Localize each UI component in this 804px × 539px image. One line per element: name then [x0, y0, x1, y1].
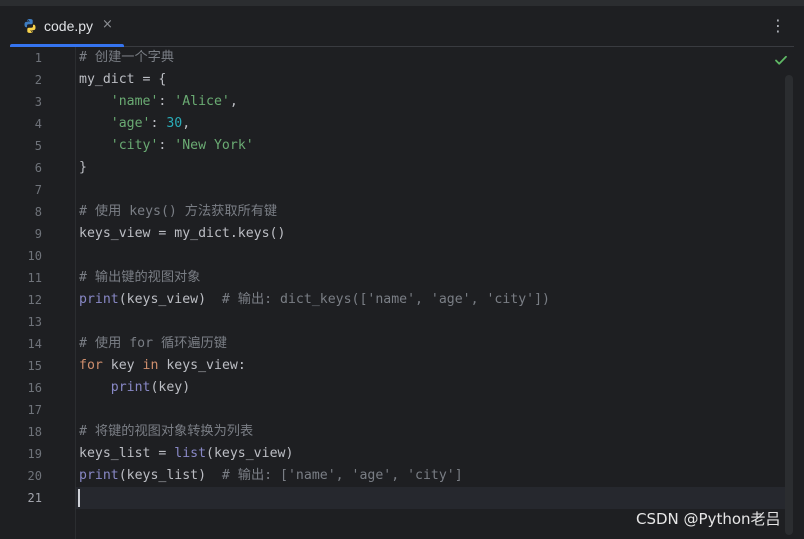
line-number: 7 — [34, 183, 42, 197]
code-line: 'age': 30, — [79, 113, 190, 135]
check-icon[interactable] — [774, 53, 788, 67]
line-number: 11 — [27, 271, 42, 285]
code-token-plain: key — [102, 358, 143, 373]
code-token-plain: (keys_view) — [118, 292, 222, 307]
line-number: 21 — [27, 491, 42, 505]
code-token-builtin: print — [79, 468, 119, 483]
line-number: 6 — [34, 161, 42, 175]
line-number: 5 — [34, 139, 42, 153]
code-token-string: 'New York' — [174, 138, 254, 153]
code-token-builtin: list — [174, 446, 207, 461]
code-line: } — [79, 157, 87, 179]
code-token-plain: : — [150, 116, 167, 131]
code-token-plain: , — [229, 94, 238, 109]
code-line: print(keys_list) # 输出: ['name', 'age', '… — [79, 465, 463, 487]
line-number: 13 — [27, 315, 42, 329]
code-line: keys_view = my_dict.keys() — [79, 223, 285, 245]
code-token-plain: keys_list = — [79, 446, 175, 461]
code-line: 'name': 'Alice', — [79, 91, 238, 113]
code-editor[interactable]: 1 2 3 4 5 6 7 8 9 10 11 12 13 14 15 16 17 18 19 20 21 # 创建一个… — [10, 47, 794, 539]
line-number: 3 — [34, 95, 42, 109]
code-token-string: 'city' — [110, 138, 159, 153]
code-line: # 将键的视图对象转换为列表 — [79, 421, 253, 443]
code-token-comment: # 将键的视图对象转换为列表 — [79, 424, 254, 439]
vertical-scrollbar[interactable] — [785, 75, 793, 535]
code-line: my_dict = { — [79, 69, 166, 91]
code-token-comment: # 输出键的视图对象 — [79, 270, 201, 285]
line-number: 18 — [27, 425, 42, 439]
code-token-string: 'age' — [110, 116, 151, 131]
line-number: 14 — [27, 337, 42, 351]
code-token-plain: : — [158, 94, 175, 109]
code-token-comment: # 创建一个字典 — [79, 50, 175, 65]
python-file-icon — [24, 19, 36, 33]
code-line: # 使用 keys() 方法获取所有键 — [79, 201, 277, 223]
code-token-builtin: print — [110, 380, 151, 395]
code-line: for key in keys_view: — [79, 355, 246, 377]
line-number: 4 — [34, 117, 42, 131]
line-number-gutter: 1 2 3 4 5 6 7 8 9 10 11 12 13 14 15 16 17 18 19 20 21 — [10, 47, 76, 539]
code-token-string: 'Alice' — [174, 94, 230, 109]
line-number: 10 — [27, 249, 42, 263]
line-number: 8 — [34, 205, 42, 219]
tab-label: code.py — [44, 18, 94, 34]
editor-tab-bar: code.py × ⋮ — [10, 6, 794, 47]
code-area[interactable]: # 创建一个字典 my_dict = { 'name': 'Alice', 'ag… — [77, 47, 785, 539]
line-number: 9 — [34, 227, 42, 241]
code-token-comment: # 输出: ['name', 'age', 'city'] — [221, 468, 463, 483]
code-line: keys_list = list(keys_view) — [79, 443, 293, 465]
code-token-plain: keys_view = my_dict.keys() — [79, 226, 286, 241]
line-number: 17 — [27, 403, 42, 417]
code-token-number: 30 — [166, 116, 183, 131]
code-token-plain: (keys_list) — [118, 468, 222, 483]
code-token-comment: # 使用 keys() 方法获取所有键 — [79, 204, 278, 219]
code-line: print(key) — [79, 377, 190, 399]
more-vertical-icon[interactable]: ⋮ — [770, 16, 786, 36]
code-token-string: 'name' — [110, 94, 159, 109]
code-token-comment: # 使用 for 循环遍历键 — [79, 336, 227, 351]
line-number: 20 — [27, 469, 42, 483]
code-token-plain: (key) — [150, 380, 191, 395]
close-icon[interactable]: × — [102, 16, 113, 34]
line-number: 16 — [27, 381, 42, 395]
watermark: CSDN @Python老吕 — [636, 510, 781, 528]
code-token-plain: : — [158, 138, 175, 153]
code-token-plain: } — [79, 160, 87, 175]
code-token-plain: my_dict = { — [79, 72, 167, 87]
code-token-comment: # 输出: dict_keys(['name', 'age', 'city']) — [221, 292, 550, 307]
code-token-plain: , — [182, 116, 191, 131]
line-number: 12 — [27, 293, 42, 307]
code-token-keyword: for — [79, 358, 103, 373]
ide-window: code.py × ⋮ 1 2 3 4 5 6 7 8 9 10 11 12 13 14 15 16 17 18 1… — [0, 0, 804, 539]
line-number: 19 — [27, 447, 42, 461]
text-caret — [78, 489, 80, 507]
code-line: # 输出键的视图对象 — [79, 267, 200, 289]
code-token-plain: (keys_view) — [206, 446, 294, 461]
line-number: 1 — [34, 51, 42, 65]
code-line: # 使用 for 循环遍历键 — [79, 333, 227, 355]
code-line: print(keys_view) # 输出: dict_keys(['name'… — [79, 289, 550, 311]
tab-code-py[interactable]: code.py × — [10, 6, 124, 47]
code-line: # 创建一个字典 — [79, 47, 174, 69]
line-number: 2 — [34, 73, 42, 87]
line-number: 15 — [27, 359, 42, 373]
code-token-builtin: print — [79, 292, 119, 307]
code-token-plain: keys_view: — [158, 358, 246, 373]
code-token-keyword: in — [142, 358, 159, 373]
code-line: 'city': 'New York' — [79, 135, 254, 157]
